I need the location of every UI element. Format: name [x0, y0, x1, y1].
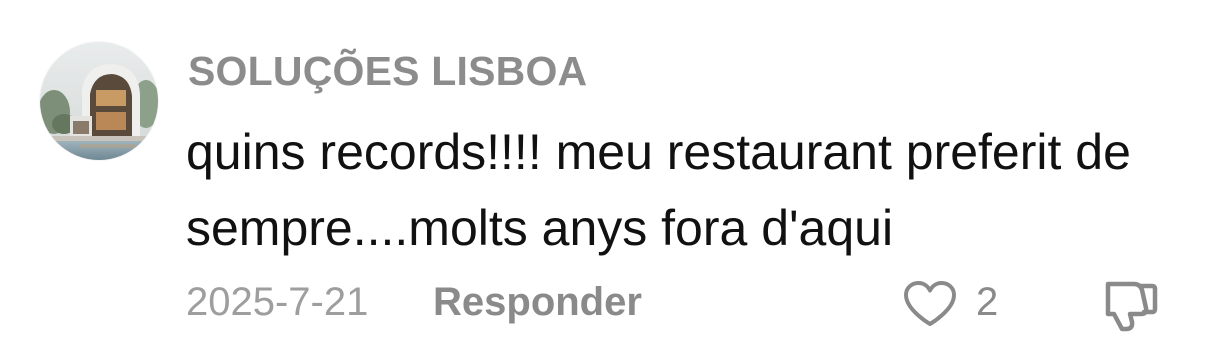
- comment-author[interactable]: SOLUÇÕES LISBOA: [188, 48, 587, 95]
- like-count: 2: [976, 280, 999, 324]
- comment-footer: 2025-7-21 Responder 2: [0, 274, 1206, 334]
- avatar[interactable]: [40, 42, 158, 160]
- comment-date: 2025-7-21: [186, 280, 369, 324]
- comment-text: quins records!!!! meu restaurant preferi…: [186, 124, 1131, 256]
- comment-item: SOLUÇÕES LISBOA quins records!!!! meu re…: [0, 0, 1206, 341]
- reply-button[interactable]: Responder: [433, 280, 642, 325]
- dislike-button[interactable]: [1100, 276, 1160, 332]
- heart-icon: [904, 281, 956, 326]
- avatar-image: [40, 42, 158, 160]
- thumbs-down-icon: [1105, 281, 1158, 332]
- like-button[interactable]: 2: [902, 278, 1012, 330]
- partial-icon: [1092, 0, 1136, 6]
